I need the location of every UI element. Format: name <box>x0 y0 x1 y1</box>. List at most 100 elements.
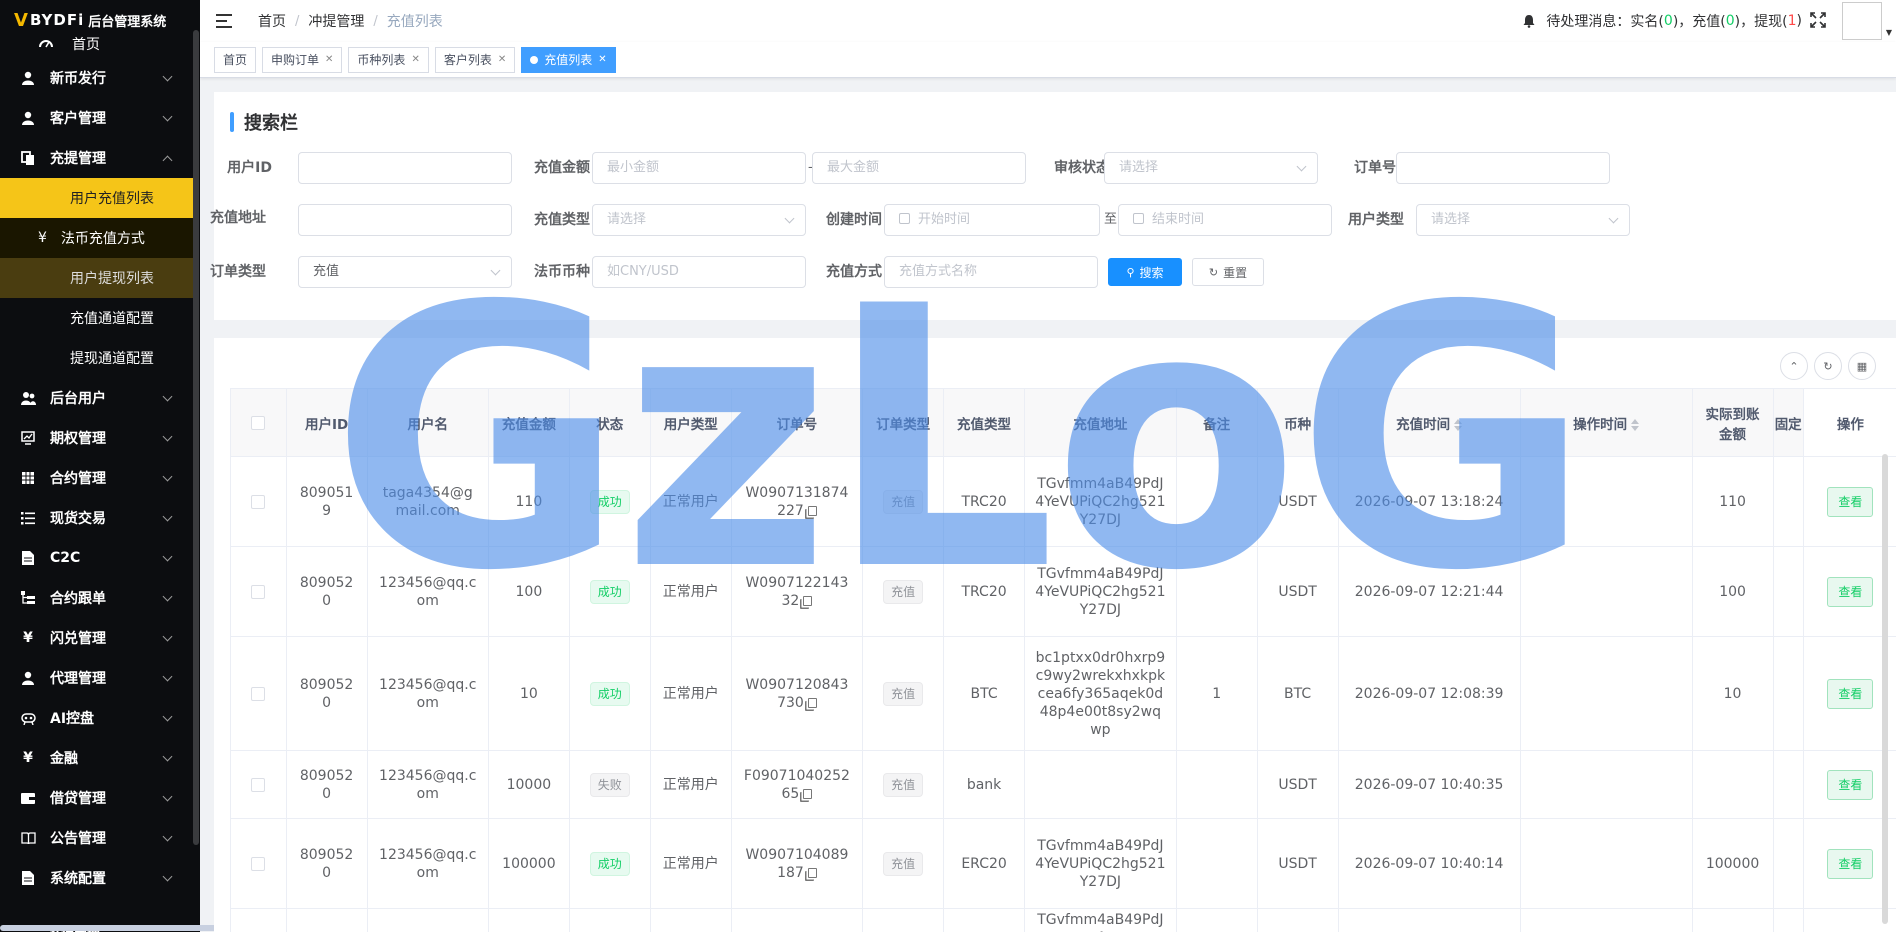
user-type-select[interactable]: 请选择 <box>1416 204 1630 236</box>
sidebar-item-announcements[interactable]: 公告管理 <box>0 818 193 858</box>
close-icon[interactable]: ✕ <box>411 48 419 72</box>
close-icon[interactable]: ✕ <box>598 48 606 72</box>
copy-icon[interactable] <box>807 505 817 516</box>
collapse-search-button[interactable]: ⌃ <box>1780 352 1808 380</box>
row-select-cell[interactable] <box>230 750 287 819</box>
sidebar-sub-user-recharge-list[interactable]: 用户充值列表 <box>0 178 193 218</box>
sort-icon[interactable] <box>1631 418 1640 432</box>
row-select-cell[interactable] <box>230 546 287 637</box>
sidebar-item-spot[interactable]: 现货交易 <box>0 498 193 538</box>
recharge-type-select[interactable]: 请选择 <box>592 204 806 236</box>
order-no-input[interactable] <box>1396 152 1610 184</box>
breadcrumb-deposit[interactable]: 冲提管理 <box>308 11 364 31</box>
tag-coin-list[interactable]: 币种列表 ✕ <box>348 46 429 73</box>
max-amount-input[interactable]: 最大金额 <box>812 152 1026 184</box>
fullscreen-icon[interactable] <box>1810 12 1826 28</box>
close-icon[interactable]: ✕ <box>498 48 506 72</box>
copy-icon[interactable] <box>807 867 817 878</box>
breadcrumb-home[interactable]: 首页 <box>258 11 286 31</box>
refresh-button[interactable]: ↻ <box>1814 352 1842 380</box>
sidebar-sub-recharge-channel-config[interactable]: 充值通道配置 <box>0 298 193 338</box>
table-row[interactable]: 8090520 123456@qq.com 10000 失败 正常用户 F09071040… <box>230 750 1896 819</box>
sidebar-item-home[interactable]: 首页 <box>0 30 193 58</box>
sort-icon[interactable] <box>1454 418 1463 432</box>
recharge-method-input[interactable]: 充值方式名称 <box>884 256 1098 288</box>
user-id: 8090520 <box>299 846 354 881</box>
columns-button[interactable]: ▦ <box>1848 352 1876 380</box>
sidebar-sub-withdraw-channel-config[interactable]: 提现通道配置 <box>0 338 193 378</box>
row-select-cell[interactable] <box>230 908 287 932</box>
view-button[interactable]: 查看 <box>1827 678 1874 709</box>
row-checkbox[interactable] <box>251 777 266 792</box>
sidebar-item-c2c[interactable]: C2C <box>0 538 193 578</box>
copy-icon[interactable] <box>807 697 817 708</box>
user-id-input[interactable] <box>298 152 512 184</box>
sidebar-item-system-config[interactable]: 系统配置 <box>0 858 193 898</box>
row-checkbox[interactable] <box>251 856 266 871</box>
min-amount-input[interactable]: 最小金额 <box>592 152 806 184</box>
sidebar-scrollbar[interactable] <box>193 30 199 845</box>
sidebar-item-contracts[interactable]: 合约管理 <box>0 458 193 498</box>
cell-operate-time <box>1519 908 1693 932</box>
sidebar-item-new-coin[interactable]: 新币发行 <box>0 58 193 98</box>
table-scrollbar[interactable] <box>1882 454 1888 924</box>
tag-subscription-orders[interactable]: 申购订单 ✕ <box>262 46 343 73</box>
pending-messages[interactable]: 待处理消息：实名(0)，充值(0)，提现(1) <box>1522 0 1802 42</box>
col-recharge-time[interactable]: 充值时间 <box>1337 388 1521 457</box>
view-button[interactable]: 查看 <box>1827 486 1874 517</box>
select-value: 充值 <box>313 264 340 279</box>
table-row[interactable]: TGvfmm4aB49PdJ4 <box>230 908 1896 932</box>
sidebar-item-options[interactable]: 期权管理 <box>0 418 193 458</box>
review-status-select[interactable]: 请选择 <box>1104 152 1318 184</box>
reset-button[interactable]: ↻ 重置 <box>1192 258 1264 286</box>
view-button[interactable]: 查看 <box>1827 576 1874 607</box>
caret-down-icon[interactable]: ▼ <box>1886 28 1892 37</box>
sidebar-item-customers[interactable]: 客户管理 <box>0 98 193 138</box>
fiat-currency-input[interactable]: 如CNY/USD <box>592 256 806 288</box>
order-type-select[interactable]: 充值 <box>298 256 512 288</box>
start-time-input[interactable]: 开始时间 <box>884 204 1100 236</box>
sidebar-item-copy-trading[interactable]: 合约跟单 <box>0 578 193 618</box>
row-select-cell[interactable] <box>230 456 287 547</box>
row-checkbox[interactable] <box>251 494 266 509</box>
sidebar-item-agents[interactable]: 代理管理 <box>0 658 193 698</box>
row-checkbox[interactable] <box>251 584 266 599</box>
cell-amount: 10 <box>487 636 570 751</box>
date-placeholder: 结束时间 <box>1152 212 1205 227</box>
sidebar-item-ai-control[interactable]: AI控盘 <box>0 698 193 738</box>
col-operate-time[interactable]: 操作时间 <box>1519 388 1693 457</box>
sidebar-item-finance[interactable]: ¥ 金融 <box>0 738 193 778</box>
avatar[interactable] <box>1842 2 1882 40</box>
order-no: W0907120843730 <box>745 676 849 711</box>
copy-icon[interactable] <box>803 595 813 606</box>
sidebar-item-flash-exchange[interactable]: ¥ 闪兑管理 <box>0 618 193 658</box>
row-select-cell[interactable] <box>230 818 287 909</box>
row-select-cell[interactable] <box>230 636 287 751</box>
hamburger-icon[interactable] <box>216 14 232 28</box>
table-row[interactable]: 8090520 123456@qq.com 10 成功 正常用户 W09071208437… <box>230 636 1896 751</box>
close-icon[interactable]: ✕ <box>325 48 333 72</box>
sidebar-sub-fiat-recharge-methods[interactable]: ¥ 法币充值方式 <box>0 218 193 258</box>
table-row[interactable]: 8090519 taga4354@gmail.com 110 成功 正常用户 W09071… <box>230 456 1896 547</box>
tag-recharge-list[interactable]: 充值列表 ✕ <box>521 46 616 73</box>
user-icon <box>20 670 36 686</box>
address-input[interactable] <box>298 204 512 236</box>
row-checkbox[interactable] <box>251 686 266 701</box>
view-button[interactable]: 查看 <box>1827 848 1874 879</box>
sidebar-item-label: C2C <box>50 550 81 566</box>
sidebar-item-deposit-withdraw[interactable]: 充提管理 <box>0 138 193 178</box>
sidebar-item-admin-users[interactable]: 后台用户 <box>0 378 193 418</box>
copy-icon[interactable] <box>803 788 813 799</box>
search-button[interactable]: ⚲ 搜索 <box>1108 258 1182 286</box>
table-row[interactable]: 8090520 123456@qq.com 100 成功 正常用户 W0907122143… <box>230 546 1896 637</box>
end-time-input[interactable]: 结束时间 <box>1118 204 1332 236</box>
tag-customer-list[interactable]: 客户列表 ✕ <box>434 46 516 73</box>
select-all-checkbox[interactable] <box>251 415 266 430</box>
tag-home[interactable]: 首页 <box>214 46 257 73</box>
view-button[interactable]: 查看 <box>1827 769 1874 800</box>
sidebar-item-lending[interactable]: 借贷管理 <box>0 778 193 818</box>
select-all-cell[interactable] <box>230 388 287 457</box>
sidebar-sub-user-withdraw-list[interactable]: 用户提现列表 <box>0 258 193 298</box>
sub-item-label: 充值通道配置 <box>70 311 154 327</box>
table-row[interactable]: 8090520 123456@qq.com 100000 成功 正常用户 W0907104… <box>230 818 1896 909</box>
